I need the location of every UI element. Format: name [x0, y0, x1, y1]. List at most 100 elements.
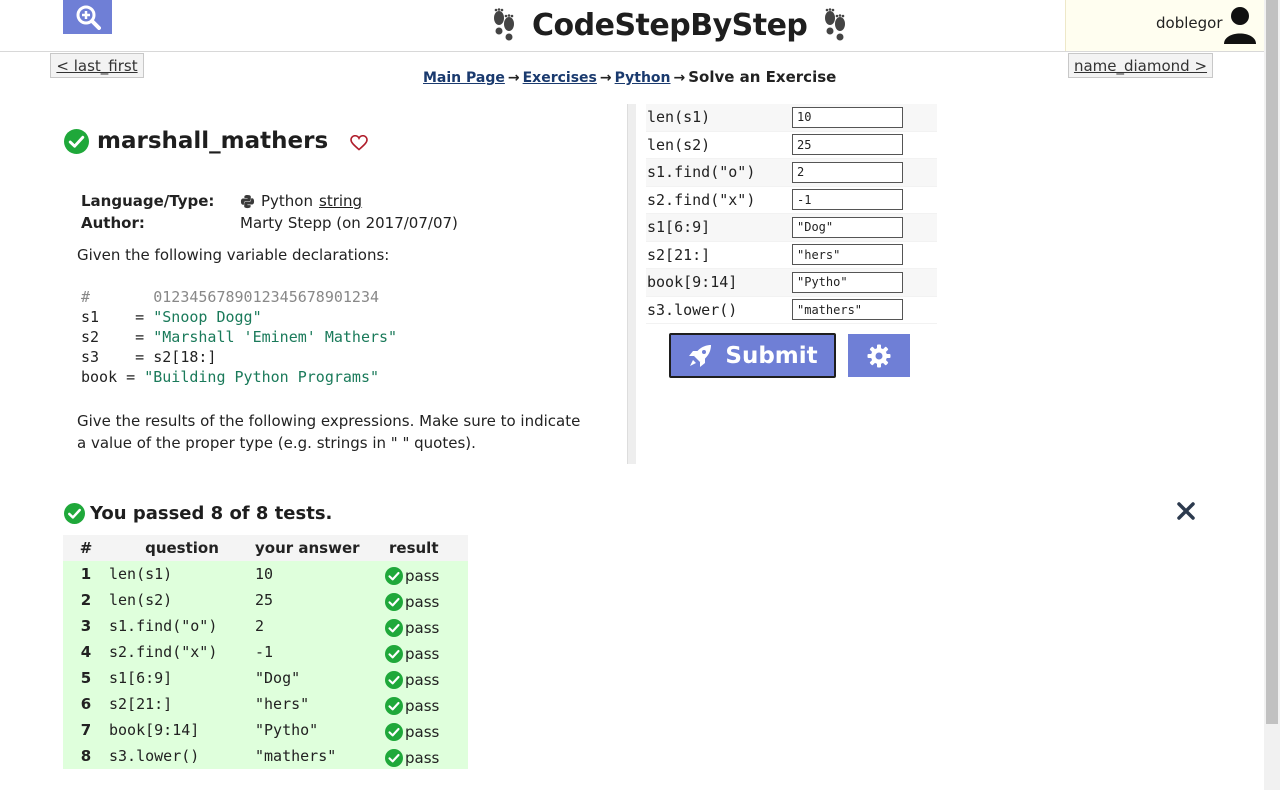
- zoom-in-icon: [76, 5, 101, 30]
- close-icon[interactable]: [1175, 500, 1197, 522]
- breadcrumb-python[interactable]: Python: [615, 70, 671, 86]
- code-var: s2: [81, 328, 100, 346]
- check-circle-icon: [385, 566, 403, 585]
- row-answer: -1: [255, 643, 274, 661]
- answer-input[interactable]: "Pytho": [792, 271, 903, 293]
- row-result: pass: [379, 613, 468, 639]
- code-eq: =: [126, 308, 154, 326]
- row-answer: "hers": [255, 695, 310, 713]
- row-number: 1: [80, 565, 92, 583]
- breadcrumb: Main Page → Exercises → Python → Solve an Exer…: [423, 68, 836, 86]
- answer-input[interactable]: "Dog": [792, 216, 903, 238]
- results-header-row: # question your answer result: [63, 535, 468, 561]
- results-summary-text: You passed 8 of 8 tests.: [90, 503, 333, 524]
- language-type-link[interactable]: string: [319, 192, 362, 210]
- row-number: 2: [80, 591, 92, 609]
- answer-input[interactable]: "mathers": [792, 299, 903, 321]
- breadcrumb-exercises[interactable]: Exercises: [523, 70, 597, 86]
- answer-row: s1[6:9] "Dog": [646, 214, 937, 242]
- heart-icon[interactable]: [350, 135, 368, 151]
- answer-question: s3.lower(): [647, 300, 738, 319]
- check-circle-icon: [385, 670, 403, 689]
- check-circle-icon: [385, 748, 403, 767]
- python-logo-icon: [240, 194, 255, 208]
- row-answer: 2: [255, 617, 265, 635]
- results-table: # question your answer result 1 len(s1) 10…: [63, 535, 468, 769]
- answer-question: s1[6:9]: [647, 218, 711, 237]
- check-circle-icon: [385, 644, 403, 663]
- table-row: 3 s1.find("o") 2 pass: [63, 613, 468, 639]
- answer-question: book[9:14]: [647, 273, 738, 292]
- row-number: 5: [80, 669, 92, 687]
- row-result: pass: [379, 717, 468, 743]
- prev-problem-button[interactable]: < last_first: [50, 53, 144, 78]
- answer-row: len(s2) 25: [646, 132, 937, 159]
- code-var: book: [81, 368, 118, 386]
- answer-input[interactable]: "hers": [792, 244, 903, 266]
- arrow-right-icon: →: [599, 70, 612, 86]
- row-result-label: pass: [405, 592, 440, 611]
- next-problem-button[interactable]: name_diamond >: [1068, 53, 1213, 78]
- username[interactable]: doblegor: [1156, 14, 1222, 32]
- column-header-num: #: [63, 535, 109, 561]
- answer-question: s2[21:]: [647, 245, 711, 264]
- row-question: book[9:14]: [109, 721, 200, 739]
- code-eq: =: [126, 348, 154, 366]
- row-answer: "Pytho": [255, 721, 319, 739]
- row-result: pass: [379, 561, 468, 587]
- row-question: len(s1): [109, 565, 173, 583]
- zoom-button[interactable]: [63, 0, 112, 34]
- site-brand[interactable]: CodeStepByStep: [490, 3, 849, 47]
- arrow-right-icon: →: [673, 70, 686, 86]
- code-var: s3: [81, 348, 100, 366]
- check-circle-icon: [64, 128, 89, 154]
- answer-input[interactable]: 10: [792, 106, 903, 128]
- panel-resize-handle[interactable]: [627, 104, 636, 464]
- column-header-result: result: [379, 535, 468, 561]
- row-number: 4: [80, 643, 92, 661]
- row-answer: "mathers": [255, 747, 337, 765]
- row-answer: "Dog": [255, 669, 301, 687]
- answer-row: s2[21:] "hers": [646, 242, 937, 269]
- breadcrumb-main-page[interactable]: Main Page: [423, 70, 505, 86]
- results-body: 1 len(s1) 10 pass 2 len(s2) 25 pass 3 s1.find("o"…: [63, 561, 468, 769]
- table-row: 6 s2[21:] "hers" pass: [63, 691, 468, 717]
- code-value: s2[18:]: [153, 348, 217, 366]
- settings-button[interactable]: [848, 334, 910, 377]
- check-circle-icon: [385, 618, 403, 637]
- language-label: Language/Type:: [81, 192, 215, 210]
- check-circle-icon: [64, 503, 85, 524]
- answer-row: len(s1) 10: [646, 104, 937, 132]
- answer-row: s3.lower() "mathers": [646, 297, 937, 324]
- row-number: 3: [80, 617, 92, 635]
- row-question: s2.find("x"): [109, 643, 218, 661]
- column-header-answer: your answer: [255, 535, 379, 561]
- answer-question: s1.find("o"): [647, 163, 756, 182]
- code-comment-hash: #: [81, 288, 91, 306]
- code-eq: =: [126, 328, 154, 346]
- scrollbar-thumb[interactable]: [1266, 0, 1278, 724]
- code-value: "Marshall 'Eminem' Mathers": [153, 328, 398, 346]
- check-circle-icon: [385, 592, 403, 611]
- row-result: pass: [379, 665, 468, 691]
- code-value: "Building Python Programs": [144, 368, 380, 386]
- answer-row: book[9:14] "Pytho": [646, 269, 937, 297]
- code-value: "Snoop Dogg": [153, 308, 262, 326]
- row-result-label: pass: [405, 748, 440, 767]
- row-result-label: pass: [405, 670, 440, 689]
- user-avatar-icon[interactable]: [1223, 6, 1257, 44]
- answer-row: s1.find("o") 2: [646, 159, 937, 187]
- answer-input[interactable]: 25: [792, 134, 903, 156]
- submit-button[interactable]: Submit: [669, 333, 836, 378]
- answer-input[interactable]: -1: [792, 189, 903, 211]
- answer-input[interactable]: 2: [792, 161, 903, 183]
- row-result: pass: [379, 743, 468, 769]
- row-result: pass: [379, 639, 468, 665]
- check-circle-icon: [385, 722, 403, 741]
- row-answer: 25: [255, 591, 274, 609]
- table-row: 2 len(s2) 25 pass: [63, 587, 468, 613]
- user-menu[interactable]: doblegor: [1065, 0, 1265, 51]
- answer-row: s2.find("x") -1: [646, 187, 937, 214]
- answer-form: len(s1) 10 len(s2) 25 s1.find("o") 2 s2.…: [646, 104, 937, 324]
- author-value: Marty Stepp (on 2017/07/07): [240, 214, 458, 232]
